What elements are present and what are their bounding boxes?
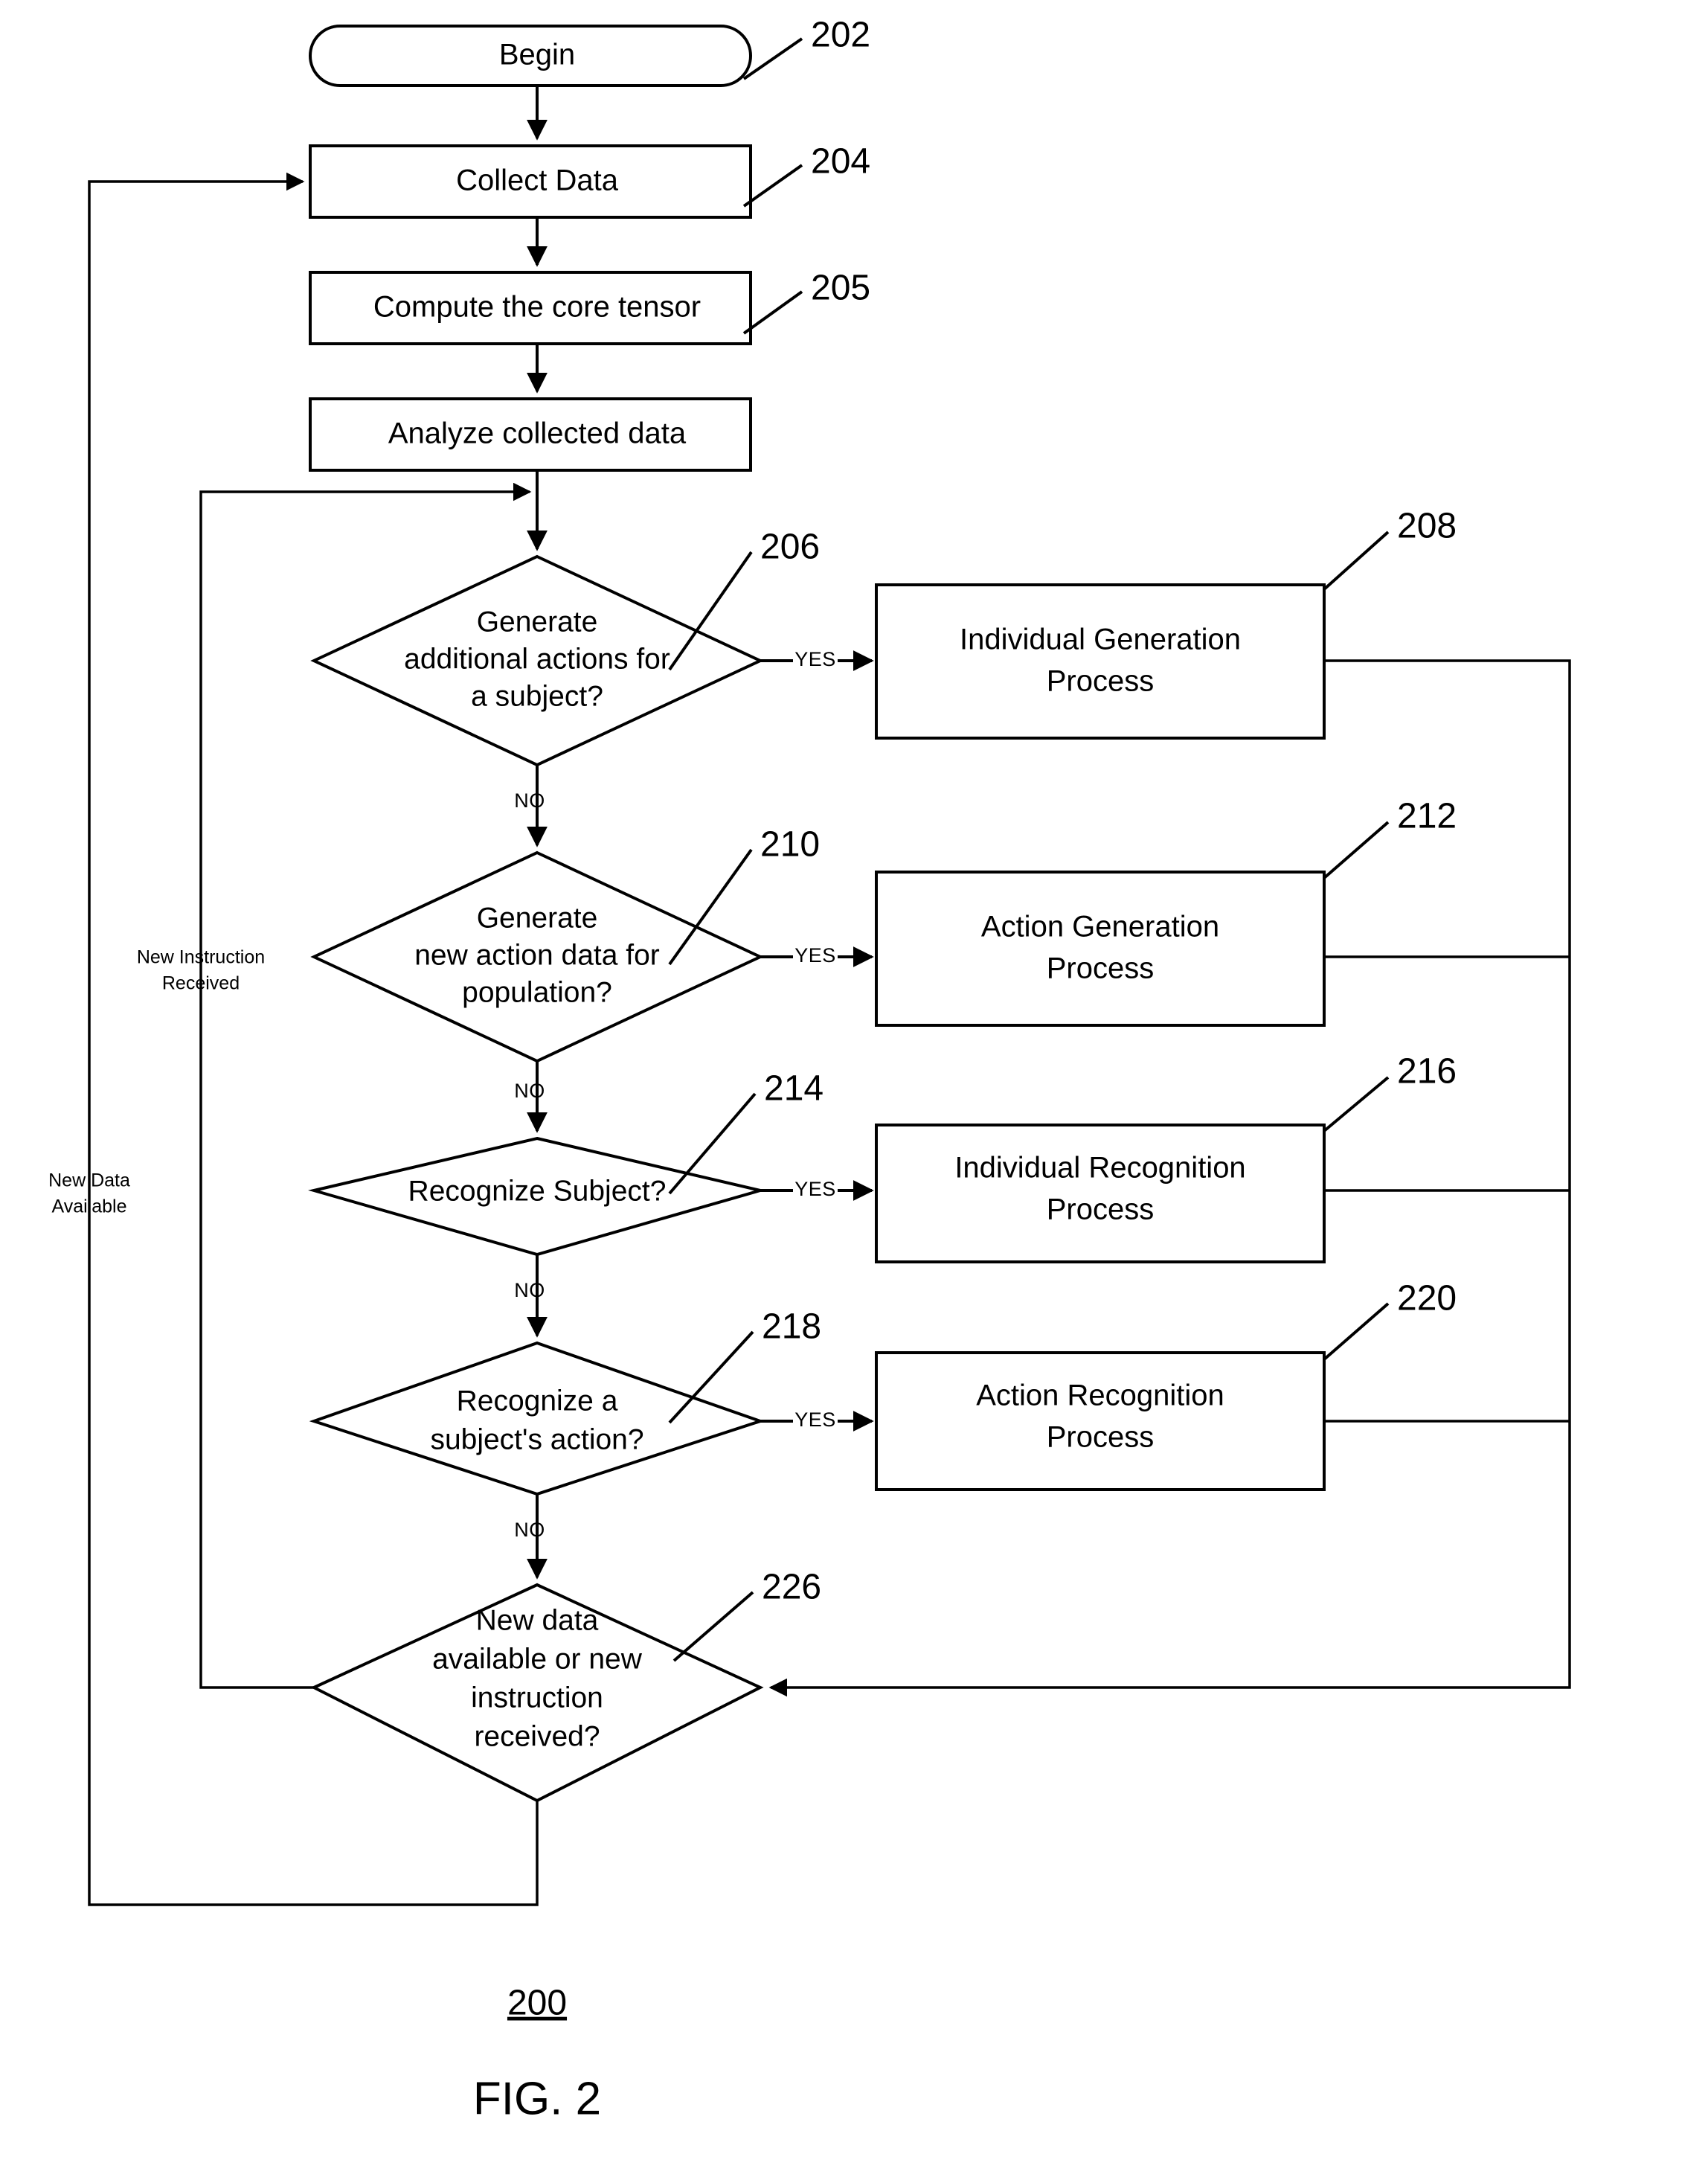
branch-label-no-1: NO [514,789,545,812]
node-decision-recognize-subject-line1: Recognize Subject? [408,1175,667,1207]
branch-label-no-2: NO [514,1080,545,1102]
leader-212 [1323,821,1390,879]
loop-label-new-instruction-line1: New Instruction [137,947,265,968]
node-decision-generate-actions-line1: Generate [477,606,598,638]
figure-caption: FIG. 2 [473,2073,601,2124]
node-action-generation-process-shape [875,871,1326,1027]
ref-number-212: 212 [1397,797,1457,836]
node-action-recognition-process-line2: Process [1047,1421,1155,1454]
ref-number-208: 208 [1397,507,1457,546]
leader-205 [742,290,803,335]
leader-208 [1323,531,1390,591]
ref-number-210: 210 [760,825,820,865]
node-decision-new-data-line1: New data [476,1604,599,1636]
node-decision-recognize-action-line2: subject's action? [430,1423,643,1455]
node-collect-data-label: Collect Data [456,164,619,197]
leader-202 [742,37,803,80]
node-decision-generate-actions-line2: additional actions for [404,643,670,675]
leader-204 [742,164,803,208]
ref-number-216: 216 [1397,1052,1457,1092]
branch-label-yes-1: YES [794,648,836,670]
node-action-recognition-process-line1: Action Recognition [976,1379,1224,1412]
branch-label-no-3: NO [514,1279,545,1301]
node-action-generation-process-line1: Action Generation [981,911,1219,943]
ref-number-202: 202 [811,16,870,55]
node-begin-label: Begin [499,39,575,71]
node-analyze-collected-data-label: Analyze collected data [388,417,687,450]
ref-number-214: 214 [764,1069,824,1109]
ref-number-205: 205 [811,269,870,308]
patent-figure-page: Begin Collect Data Compute the core tens… [0,0,1708,2157]
node-decision-new-data-line2: available or new [432,1643,643,1675]
ref-number-226: 226 [762,1568,821,1607]
branch-label-no-4: NO [514,1519,545,1541]
ref-number-218: 218 [762,1307,821,1347]
node-compute-core-tensor-label: Compute the core tensor [373,291,701,324]
branch-label-yes-2: YES [794,944,836,967]
flowchart-canvas: Begin Collect Data Compute the core tens… [48,16,1571,2124]
ref-number-220: 220 [1397,1279,1457,1318]
loop-label-new-data-line2: Available [51,1196,126,1217]
node-decision-generate-population-line1: Generate [477,902,598,934]
node-decision-generate-population-line2: new action data for [414,939,660,971]
leader-220 [1323,1302,1390,1361]
node-decision-recognize-action-line1: Recognize a [457,1385,618,1417]
node-individual-recognition-process-line2: Process [1047,1193,1155,1226]
node-decision-recognize-action-shape [309,1341,765,1496]
node-decision-new-data-line3: instruction [471,1682,603,1714]
node-individual-generation-process-line1: Individual Generation [960,624,1241,656]
ref-number-206: 206 [760,528,820,567]
node-action-generation-process-line2: Process [1047,952,1155,985]
node-individual-generation-process-line2: Process [1047,665,1155,698]
figure-number-label: 200 [507,1984,567,2023]
loop-label-new-data-line1: New Data [48,1170,130,1191]
ref-number-204: 204 [811,142,870,182]
leader-216 [1323,1076,1390,1132]
branch-label-yes-4: YES [794,1408,836,1431]
node-decision-generate-actions-line3: a subject? [471,680,603,712]
node-individual-generation-process-shape [875,583,1326,740]
branch-label-yes-3: YES [794,1178,836,1200]
leader-226 [672,1591,754,1662]
node-decision-generate-population-line3: population? [462,976,612,1008]
node-decision-new-data-line4: received? [474,1720,600,1752]
node-individual-recognition-process-line1: Individual Recognition [954,1152,1245,1185]
loop-label-new-instruction-line2: Received [162,973,240,994]
